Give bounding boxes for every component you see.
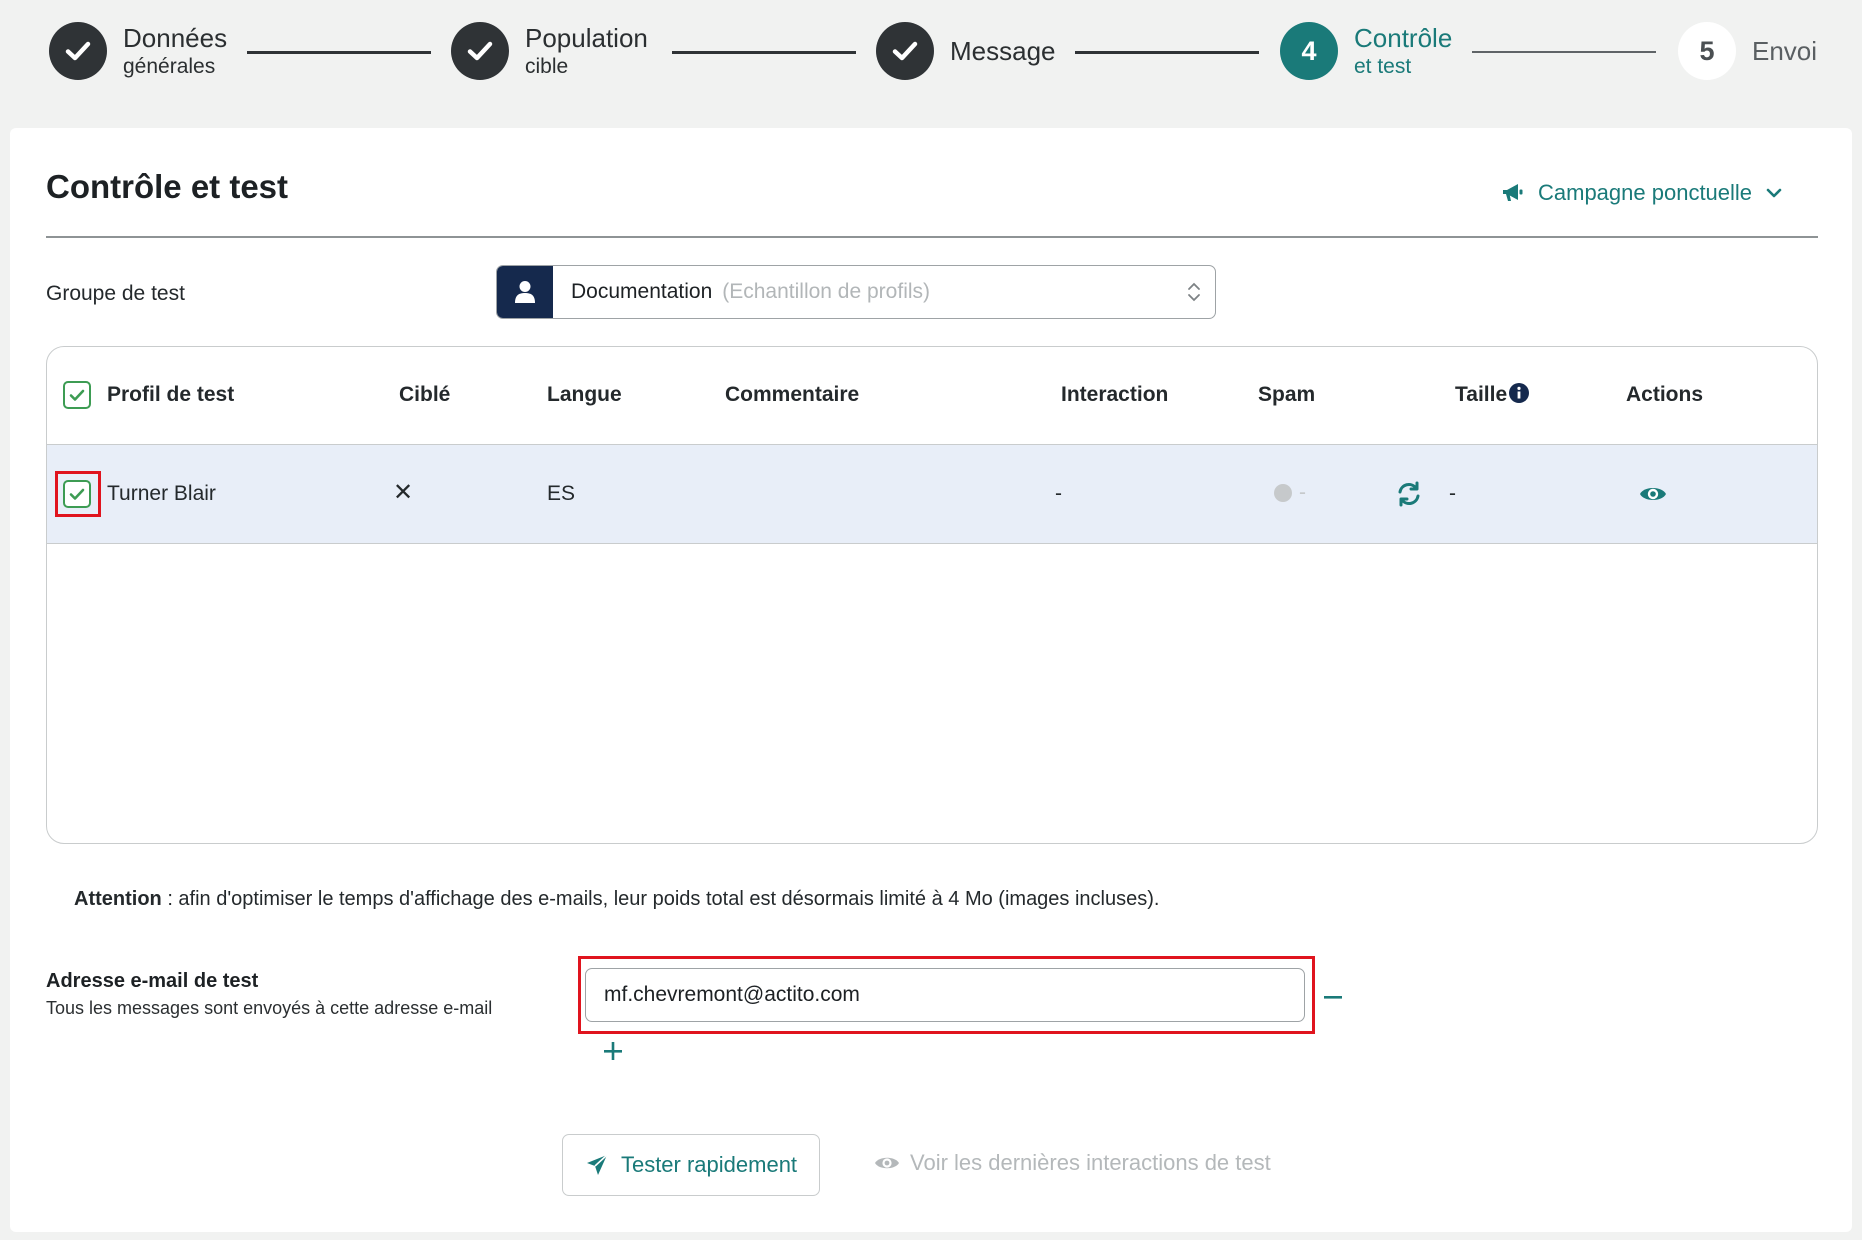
profile-size: -: [1449, 482, 1456, 505]
step-done-check-icon: [451, 22, 509, 80]
test-group-label: Groupe de test: [46, 282, 185, 305]
step-subtitle: cible: [525, 55, 569, 78]
view-test-interactions-label: Voir les dernières interactions de test: [910, 1150, 1271, 1175]
table-row[interactable]: Turner Blair ✕ ES - - -: [47, 445, 1817, 544]
step-message[interactable]: Message: [876, 22, 1056, 80]
step-number: 4: [1280, 22, 1338, 80]
eye-icon: [875, 1157, 899, 1169]
highlight-box: [55, 471, 101, 517]
page-title: Contrôle et test: [46, 168, 289, 205]
select-all-checkbox[interactable]: [63, 381, 91, 409]
step-general-data[interactable]: Données générales: [49, 22, 227, 80]
progress-stepper: Données générales Population cible Messa…: [0, 0, 1862, 120]
test-email-label-group: Adresse e-mail de test Tous les messages…: [46, 970, 492, 1019]
refresh-icon[interactable]: [1396, 481, 1422, 507]
step-connector: [1472, 51, 1656, 53]
test-profiles-table: Profil de test Ciblé Langue Commentaire …: [46, 346, 1818, 844]
column-comment[interactable]: Commentaire: [725, 383, 859, 407]
test-email-description: Tous les messages sont envoyés à cette a…: [46, 998, 493, 1018]
step-title: Envoi: [1752, 36, 1818, 66]
profile-name: Turner Blair: [107, 482, 216, 505]
quick-test-label: Tester rapidement: [620, 1152, 798, 1177]
updown-icon: [1188, 282, 1200, 302]
step-connector: [672, 51, 856, 54]
size-limit-notice: Attention : afin d'optimiser le temps d'…: [74, 888, 1159, 911]
campaign-type-label: Campagne ponctuelle: [1538, 180, 1753, 205]
chevron-down-icon: [1766, 188, 1782, 198]
targeted-close-icon: ✕: [393, 479, 414, 506]
column-profile[interactable]: Profil de test: [107, 383, 234, 407]
test-email-input[interactable]: [585, 968, 1305, 1022]
column-targeted[interactable]: Ciblé: [399, 383, 450, 407]
column-size[interactable]: Taille: [1455, 383, 1530, 407]
step-subtitle: générales: [123, 55, 216, 78]
test-group-select[interactable]: Documentation (Echantillon de profils): [496, 265, 1216, 319]
notice-text: : afin d'optimiser le temps d'affichage …: [161, 888, 1160, 910]
send-icon: [586, 1154, 608, 1175]
step-subtitle: et test: [1354, 55, 1412, 78]
step-title: Message: [950, 36, 1056, 66]
info-icon[interactable]: [1509, 383, 1530, 403]
spam-status-indicator: [1274, 484, 1292, 502]
step-done-check-icon: [876, 22, 934, 80]
megaphone-icon: [1503, 184, 1523, 201]
test-email-label: Adresse e-mail de test: [46, 970, 259, 992]
remove-email-minus-icon[interactable]: [1322, 986, 1344, 1008]
step-send[interactable]: 5 Envoi: [1678, 22, 1817, 80]
step-number: 5: [1678, 22, 1736, 80]
title-divider: [46, 236, 1818, 238]
user-icon: [497, 266, 553, 318]
column-size-label: Taille: [1455, 383, 1508, 406]
column-actions: Actions: [1626, 383, 1704, 406]
add-email-plus-icon[interactable]: [602, 1040, 624, 1062]
campaign-type-dropdown[interactable]: Campagne ponctuelle: [1502, 180, 1782, 206]
notice-title: Attention: [74, 888, 162, 910]
test-group-value: Documentation: [571, 280, 713, 303]
spam-score: -: [1299, 481, 1306, 504]
step-target-population[interactable]: Population cible: [451, 22, 648, 80]
step-done-check-icon: [49, 22, 107, 80]
view-test-interactions-link[interactable]: Voir les dernières interactions de test: [874, 1150, 1271, 1176]
column-language[interactable]: Langue: [547, 383, 622, 407]
test-group-hint: (Echantillon de profils): [722, 280, 931, 303]
step-title: Données: [123, 23, 228, 53]
control-test-card: Contrôle et test Campagne ponctuelle Gro…: [10, 128, 1852, 1232]
table-header: Profil de test Ciblé Langue Commentaire …: [47, 347, 1817, 445]
step-connector: [1075, 51, 1259, 54]
step-title: Population: [525, 23, 648, 53]
eye-icon[interactable]: [1639, 484, 1667, 504]
column-spam[interactable]: Spam: [1258, 383, 1315, 407]
step-connector: [247, 51, 431, 54]
profile-interaction: -: [1055, 482, 1062, 505]
quick-test-button[interactable]: Tester rapidement: [562, 1134, 820, 1196]
step-control-test[interactable]: 4 Contrôle et test: [1280, 22, 1452, 80]
step-title: Contrôle: [1354, 23, 1453, 53]
profile-language: ES: [547, 482, 576, 505]
check-icon: [69, 389, 85, 401]
column-interaction[interactable]: Interaction: [1061, 383, 1168, 407]
